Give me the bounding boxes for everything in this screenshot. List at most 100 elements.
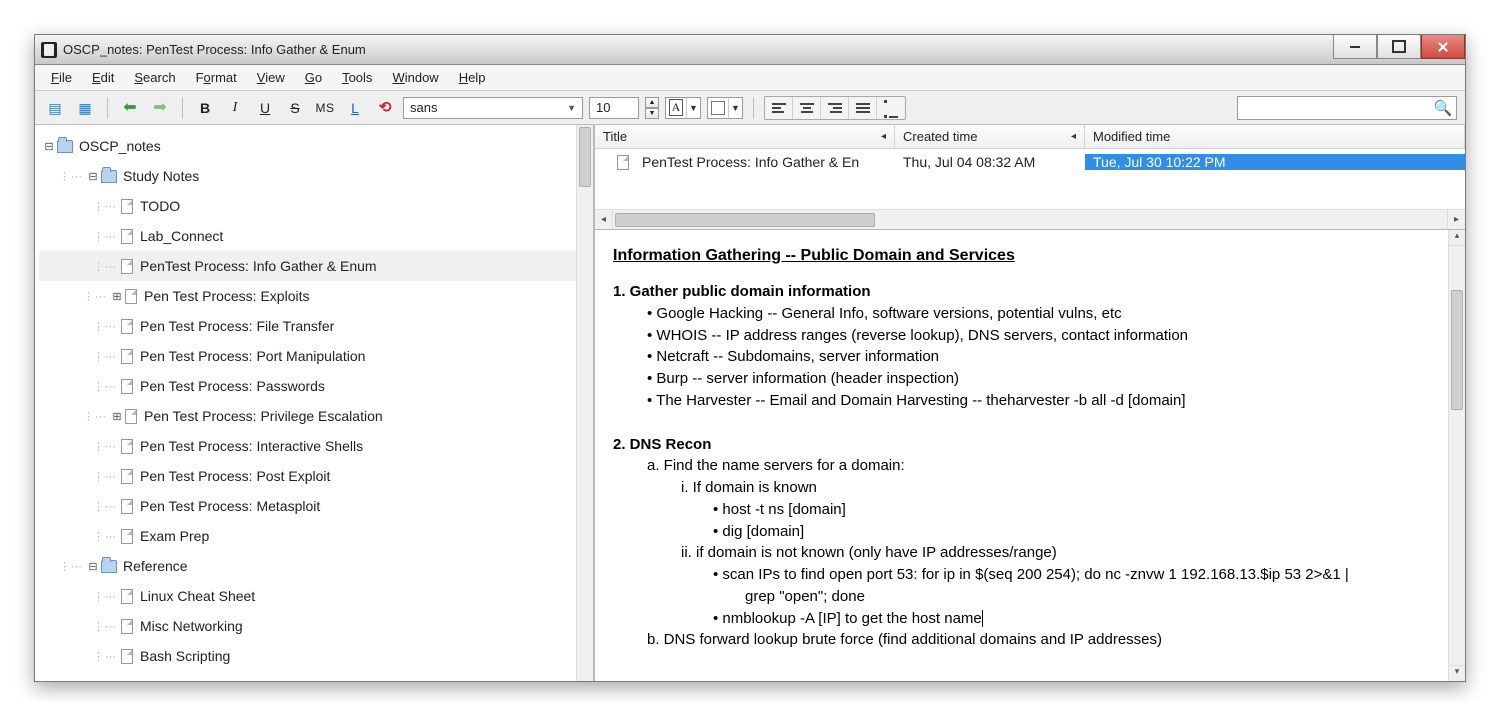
- tree-item-port-manip[interactable]: ⋮⋯Pen Test Process: Port Manipulation: [39, 341, 593, 371]
- italic-icon: I: [233, 101, 238, 115]
- sort-icon: ◂: [881, 131, 886, 142]
- link-button[interactable]: L: [343, 96, 367, 120]
- back-button[interactable]: ⬅: [118, 96, 142, 120]
- bg-color-button[interactable]: ▼: [707, 97, 743, 119]
- scrollbar-thumb[interactable]: [615, 213, 875, 227]
- scrollbar-thumb[interactable]: [1451, 290, 1463, 410]
- menu-tools[interactable]: Tools: [334, 67, 380, 88]
- maximize-button[interactable]: [1377, 35, 1421, 59]
- align-left-button[interactable]: [765, 97, 793, 119]
- collapse-icon[interactable]: ⊟: [43, 140, 55, 153]
- editor-wrap: Information Gathering -- Public Domain a…: [595, 230, 1465, 681]
- tree-item-linux-cheat[interactable]: ⋮⋯Linux Cheat Sheet: [39, 581, 593, 611]
- folder-icon: [101, 170, 117, 183]
- tree-folder-reference[interactable]: ⋮⋯ ⊟ Reference: [39, 551, 593, 581]
- spinner-up-icon[interactable]: ▲: [645, 97, 659, 108]
- font-size-spinner[interactable]: ▲ ▼: [645, 97, 659, 119]
- italic-button[interactable]: I: [223, 96, 247, 120]
- tree-guide: ⋮⋯: [93, 380, 117, 393]
- close-button[interactable]: [1421, 35, 1465, 59]
- expand-icon[interactable]: ⊞: [111, 410, 123, 423]
- menubar: File Edit Search Format View Go Tools Wi…: [35, 65, 1465, 91]
- tree-item-post-exploit[interactable]: ⋮⋯Pen Test Process: Post Exploit: [39, 461, 593, 491]
- editor-scrollbar[interactable]: ▴ ▾: [1448, 230, 1465, 681]
- page-icon: [121, 319, 133, 334]
- new-subpage-button[interactable]: ▦: [73, 96, 97, 120]
- clear-format-button[interactable]: ⟲: [373, 96, 397, 120]
- note-list-row[interactable]: PenTest Process: Info Gather & En Thu, J…: [595, 149, 1465, 175]
- col-title[interactable]: Title◂: [595, 125, 895, 148]
- tree-item-todo[interactable]: ⋮⋯TODO: [39, 191, 593, 221]
- font-color-button[interactable]: A ▼: [665, 97, 701, 119]
- link-icon: L: [351, 101, 359, 115]
- tree-guide: ⋮⋯: [93, 260, 117, 273]
- note-tree[interactable]: ⊟ OSCP_notes ⋮⋯ ⊟ Study Notes ⋮⋯TODO ⋮⋯L…: [35, 125, 593, 681]
- align-right-button[interactable]: [821, 97, 849, 119]
- tree-item-metasploit[interactable]: ⋮⋯Pen Test Process: Metasploit: [39, 491, 593, 521]
- scrollbar-thumb[interactable]: [579, 127, 591, 187]
- expand-icon[interactable]: ⊞: [111, 290, 123, 303]
- bold-button[interactable]: B: [193, 96, 217, 120]
- tree-scrollbar[interactable]: [576, 125, 593, 681]
- underline-button[interactable]: U: [253, 96, 277, 120]
- page-icon: [121, 649, 133, 664]
- font-family-select[interactable]: sans ▼: [403, 97, 583, 119]
- menu-help[interactable]: Help: [451, 67, 494, 88]
- ms-icon: MS: [316, 102, 335, 114]
- tree-label: Reference: [123, 558, 188, 574]
- align-left-icon: [772, 101, 786, 115]
- tree-item-bash[interactable]: ⋮⋯Bash Scripting: [39, 641, 593, 671]
- menu-file[interactable]: File: [43, 67, 80, 88]
- tree-folder-study[interactable]: ⋮⋯ ⊟ Study Notes: [39, 161, 593, 191]
- menu-search[interactable]: Search: [126, 67, 183, 88]
- spinner-down-icon[interactable]: ▼: [645, 108, 659, 119]
- arrow-left-icon: ⬅: [123, 100, 136, 116]
- tree-item-exam-prep[interactable]: ⋮⋯Exam Prep: [39, 521, 593, 551]
- align-center-button[interactable]: [793, 97, 821, 119]
- monospace-button[interactable]: MS: [313, 96, 337, 120]
- scroll-left-icon[interactable]: ◂: [595, 210, 613, 229]
- note-list-hscroll[interactable]: ◂ ▸: [595, 209, 1465, 229]
- col-created[interactable]: Created time◂: [895, 125, 1085, 148]
- menu-edit[interactable]: Edit: [84, 67, 122, 88]
- section-1-title: 1. Gather public domain information: [613, 281, 1428, 303]
- note-editor[interactable]: Information Gathering -- Public Domain a…: [595, 230, 1448, 681]
- menu-format[interactable]: Format: [188, 67, 245, 88]
- menu-view[interactable]: View: [249, 67, 293, 88]
- scroll-down-icon[interactable]: ▾: [1449, 665, 1465, 681]
- tree-item-privesc[interactable]: ⋮⋯⊞Pen Test Process: Privilege Escalatio…: [39, 401, 593, 431]
- tree-item-lab-connect[interactable]: ⋮⋯Lab_Connect: [39, 221, 593, 251]
- tree-item-file-transfer[interactable]: ⋮⋯Pen Test Process: File Transfer: [39, 311, 593, 341]
- row-modified: Tue, Jul 30 10:22 PM: [1093, 154, 1226, 170]
- align-justify-button[interactable]: [849, 97, 877, 119]
- tree-label: Exam Prep: [140, 528, 209, 544]
- strike-button[interactable]: S: [283, 96, 307, 120]
- note-list: Title◂ Created time◂ Modified time PenTe…: [595, 125, 1465, 230]
- tree-label: Study Notes: [123, 168, 199, 184]
- forward-button[interactable]: ➡: [148, 96, 172, 120]
- scroll-right-icon[interactable]: ▸: [1447, 210, 1465, 229]
- tree-label: TODO: [140, 198, 180, 214]
- search-icon[interactable]: 🔍: [1430, 99, 1456, 117]
- menu-window[interactable]: Window: [384, 67, 446, 88]
- tree-item-info-gather[interactable]: ⋮⋯PenTest Process: Info Gather & Enum: [39, 251, 593, 281]
- scroll-up-icon[interactable]: ▴: [1449, 230, 1465, 246]
- search-input[interactable]: [1238, 100, 1430, 115]
- new-note-button[interactable]: ▤: [43, 96, 67, 120]
- tree-root[interactable]: ⊟ OSCP_notes: [39, 131, 593, 161]
- font-size-input[interactable]: 10: [589, 97, 639, 119]
- tree-item-misc-net[interactable]: ⋮⋯Misc Networking: [39, 611, 593, 641]
- app-icon: [41, 42, 57, 58]
- minimize-button[interactable]: [1333, 35, 1377, 59]
- bullet-list-button[interactable]: [877, 97, 905, 119]
- menu-go[interactable]: Go: [297, 67, 330, 88]
- tree-item-exploits[interactable]: ⋮⋯⊞Pen Test Process: Exploits: [39, 281, 593, 311]
- col-modified[interactable]: Modified time: [1085, 125, 1465, 148]
- tree-item-shells[interactable]: ⋮⋯Pen Test Process: Interactive Shells: [39, 431, 593, 461]
- tree-pane: ⊟ OSCP_notes ⋮⋯ ⊟ Study Notes ⋮⋯TODO ⋮⋯L…: [35, 125, 595, 681]
- collapse-icon[interactable]: ⊟: [87, 170, 99, 183]
- tree-guide: ⋮⋯: [59, 170, 83, 183]
- collapse-icon[interactable]: ⊟: [87, 560, 99, 573]
- tree-item-passwords[interactable]: ⋮⋯Pen Test Process: Passwords: [39, 371, 593, 401]
- search-box[interactable]: 🔍: [1237, 96, 1457, 120]
